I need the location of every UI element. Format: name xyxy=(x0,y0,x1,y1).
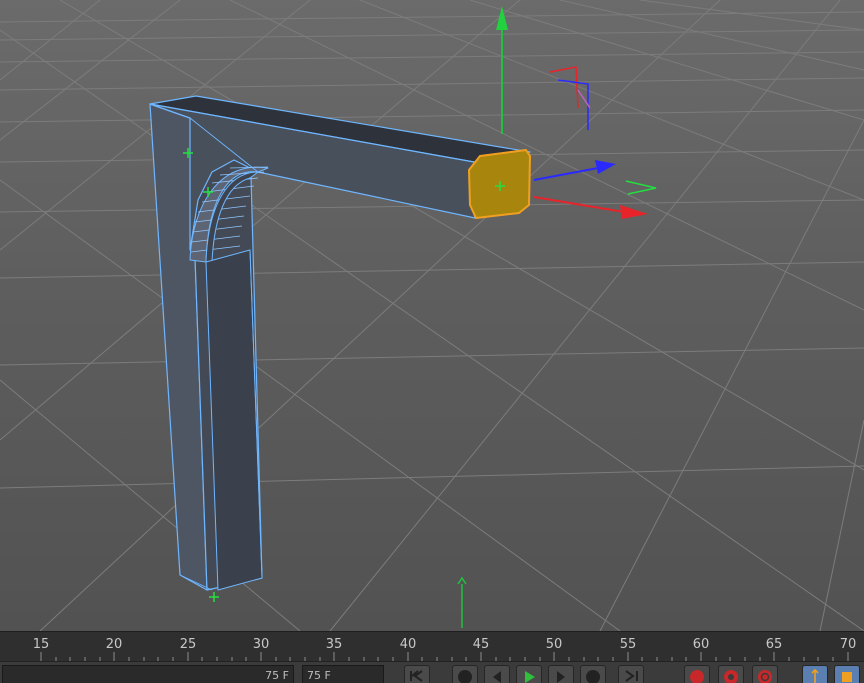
y-axis-arrow-icon[interactable] xyxy=(496,6,508,30)
autokeying-icon xyxy=(724,670,738,683)
previous-frame-button[interactable] xyxy=(484,665,510,683)
go-to-start-button[interactable] xyxy=(404,665,430,683)
floor-grid xyxy=(0,0,864,631)
timeline-tick-label: 35 xyxy=(325,637,343,652)
timeline-tick-label: 55 xyxy=(619,637,637,652)
timeline-tick-label: 25 xyxy=(179,637,197,652)
previous-keyframe-icon xyxy=(458,670,472,683)
next-frame-icon xyxy=(557,671,565,683)
secondary-y-axis-chevron-icon xyxy=(625,180,657,195)
next-frame-button[interactable] xyxy=(548,665,574,683)
frame-range-end-field[interactable]: 75 F xyxy=(302,665,384,683)
z-axis-arrow-icon[interactable] xyxy=(595,160,616,174)
move-tool-icon xyxy=(811,668,819,683)
record-active-objects-icon xyxy=(690,670,704,683)
timeline-tick-label: 60 xyxy=(692,637,710,652)
timeline-tick-label: 30 xyxy=(252,637,270,652)
bent-bar-object[interactable] xyxy=(149,95,531,591)
previous-keyframe-button[interactable] xyxy=(452,665,478,683)
timeline-ruler[interactable]: 15 20 25 30 35 40 45 50 55 60 65 70 xyxy=(0,631,864,662)
next-keyframe-button[interactable] xyxy=(580,665,606,683)
previous-frame-icon xyxy=(493,671,501,683)
go-to-start-icon xyxy=(410,670,423,682)
scale-tool-icon xyxy=(842,672,852,682)
x-axis-arrow-icon[interactable] xyxy=(620,205,648,219)
play-icon xyxy=(525,671,535,683)
go-to-end-icon xyxy=(625,670,638,682)
perspective-viewport[interactable] xyxy=(0,0,864,631)
record-active-objects-button[interactable] xyxy=(684,665,710,683)
keyframe-selection-icon xyxy=(758,670,772,683)
z-axis-handle[interactable] xyxy=(533,167,599,181)
timeline-tick-label: 65 xyxy=(765,637,783,652)
world-axis-indicator xyxy=(549,66,591,130)
keyframe-selection-button[interactable] xyxy=(752,665,778,683)
next-keyframe-icon xyxy=(586,670,600,683)
timeline-tick-label: 40 xyxy=(399,637,417,652)
autokeying-button[interactable] xyxy=(718,665,744,683)
scale-tool-button[interactable] xyxy=(834,665,860,683)
timeline-tick-label: 50 xyxy=(545,637,563,652)
play-button[interactable] xyxy=(516,665,542,683)
cinema4d-window: 15 20 25 30 35 40 45 50 55 60 65 70 75 F… xyxy=(0,0,864,683)
world-origin-y-axis xyxy=(457,576,467,628)
frame-range-start-field[interactable]: 75 F xyxy=(2,665,294,683)
timeline-tick-label: 20 xyxy=(105,637,123,652)
timeline-tick-label: 70 xyxy=(839,637,857,652)
go-to-end-button[interactable] xyxy=(618,665,644,683)
timeline-tick-label: 15 xyxy=(32,637,50,652)
transport-bar: 75 F 75 F xyxy=(0,661,864,683)
move-tool-button[interactable] xyxy=(802,665,828,683)
timeline-tick-label: 45 xyxy=(472,637,490,652)
